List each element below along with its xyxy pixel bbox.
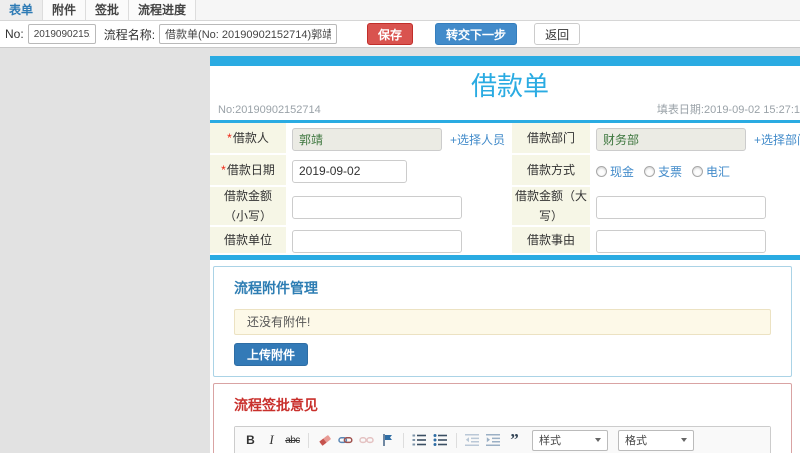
select-department-link[interactable]: +选择部门	[754, 131, 800, 148]
unlink-icon	[359, 437, 374, 444]
loan-date-label: *借款日期	[210, 155, 286, 187]
radio-wire-transfer[interactable]: 电汇	[692, 163, 730, 180]
command-bar: No: 流程名称: 保存 转交下一步 返回	[0, 21, 800, 48]
department-label: 借款部门	[512, 123, 590, 155]
page-title: 借款单	[470, 71, 549, 101]
loan-date-input[interactable]	[292, 159, 407, 183]
toolbar-divider	[308, 432, 309, 448]
eraser-icon	[318, 435, 331, 446]
borrower-input[interactable]	[292, 127, 442, 151]
amount-lowercase-label: 借款金额（小写）	[210, 187, 286, 227]
radio-circle-icon[interactable]	[644, 165, 656, 177]
anchor-flag-button[interactable]	[380, 432, 395, 448]
loan-method-field: 现金 支票 电汇	[590, 155, 800, 187]
bold-button[interactable]: B	[243, 432, 258, 448]
tab-form[interactable]: 表单	[0, 0, 44, 20]
italic-button[interactable]: I	[264, 432, 279, 448]
amount-uppercase-input[interactable]	[596, 195, 766, 219]
save-button[interactable]: 保存	[367, 23, 414, 45]
process-name-input[interactable]	[159, 24, 338, 44]
required-asterisk: *	[227, 130, 232, 145]
link-button[interactable]	[338, 432, 353, 448]
editor-toolbar: B I abc ” 样式 格式	[235, 427, 770, 453]
no-attachment-message: 还没有附件!	[234, 309, 771, 335]
amount-lowercase-input[interactable]	[292, 195, 462, 219]
radio-check[interactable]: 支票	[644, 163, 682, 180]
bulleted-list-button[interactable]	[433, 432, 448, 448]
loan-unit-input[interactable]	[292, 229, 462, 253]
department-field: +选择部门	[590, 123, 800, 155]
indent-icon	[486, 434, 500, 446]
borrower-label: *借款人	[210, 123, 286, 155]
doc-meta-row: No:20190902152714 填表日期:2019-09-02 15:27:…	[210, 104, 800, 120]
rich-text-editor: B I abc ” 样式 格式	[234, 426, 771, 453]
loan-method-label: 借款方式	[512, 155, 590, 187]
loan-unit-field	[286, 227, 512, 255]
loan-reason-input[interactable]	[596, 229, 766, 253]
numbered-list-icon	[412, 434, 426, 446]
loan-unit-label: 借款单位	[210, 227, 286, 255]
select-person-link[interactable]: +选择人员	[450, 131, 505, 148]
link-icon	[338, 437, 353, 444]
attachments-section-title: 流程附件管理	[234, 280, 318, 296]
loan-reason-field	[590, 227, 800, 255]
amount-uppercase-label: 借款金额（大写）	[512, 187, 590, 227]
format-select[interactable]: 格式	[618, 429, 694, 451]
toolbar-divider	[456, 432, 457, 448]
back-button[interactable]: 返回	[534, 23, 581, 45]
loan-reason-label: 借款事由	[512, 227, 590, 255]
style-select[interactable]: 样式	[532, 429, 608, 451]
required-asterisk: *	[221, 162, 226, 177]
radio-cash[interactable]: 现金	[596, 163, 634, 180]
amount-lowercase-field	[286, 187, 512, 227]
tab-bar: 表单 附件 签批 流程进度	[0, 0, 800, 21]
upload-attachment-button[interactable]: 上传附件	[234, 343, 309, 366]
forward-next-step-button[interactable]: 转交下一步	[435, 23, 518, 45]
unlink-button[interactable]	[359, 432, 374, 448]
no-label: No:	[5, 27, 24, 41]
approval-section-title: 流程签批意见	[234, 397, 318, 413]
strikethrough-button[interactable]: abc	[285, 432, 300, 448]
tab-approval[interactable]: 签批	[86, 0, 130, 20]
document-panel: 借款单 No:20190902152714 填表日期:2019-09-02 15…	[210, 56, 800, 453]
toolbar-divider	[403, 432, 404, 448]
tab-progress[interactable]: 流程进度	[129, 0, 197, 20]
amount-uppercase-field	[590, 187, 800, 227]
indent-button[interactable]	[486, 432, 501, 448]
no-input[interactable]	[27, 24, 96, 44]
radio-circle-icon[interactable]	[692, 165, 704, 177]
doc-number: No:20190902152714	[218, 104, 321, 116]
approval-comment-section: 流程签批意见 B I abc ” 样式 格式	[213, 383, 792, 453]
radio-circle-icon[interactable]	[596, 165, 607, 177]
screen: 表单 附件 签批 流程进度 No: 流程名称: 保存 转交下一步 返回 借款单 …	[0, 0, 800, 453]
loan-date-field	[286, 155, 512, 187]
department-input[interactable]	[596, 127, 746, 151]
outdent-button[interactable]	[465, 432, 480, 448]
tab-attachments[interactable]: 附件	[43, 0, 87, 20]
remove-format-button[interactable]	[317, 432, 332, 448]
doc-fill-date: 填表日期:2019-09-02 15:27:1	[656, 104, 800, 116]
numbered-list-button[interactable]	[412, 432, 427, 448]
outdent-icon	[465, 434, 479, 446]
bulleted-list-icon	[433, 434, 447, 446]
chevron-down-icon	[595, 438, 601, 442]
attachments-section: 流程附件管理 还没有附件! 上传附件	[213, 266, 792, 377]
blockquote-button[interactable]: ”	[507, 431, 522, 448]
panel-accent-bar	[210, 56, 800, 66]
flag-icon	[383, 434, 392, 446]
process-name-label: 流程名称:	[103, 27, 156, 42]
borrower-field: +选择人员	[286, 123, 512, 155]
loan-form-table: *借款人 +选择人员 借款部门 +选择部门 *借款日期 借款方式	[210, 120, 800, 260]
chevron-down-icon	[681, 438, 687, 442]
